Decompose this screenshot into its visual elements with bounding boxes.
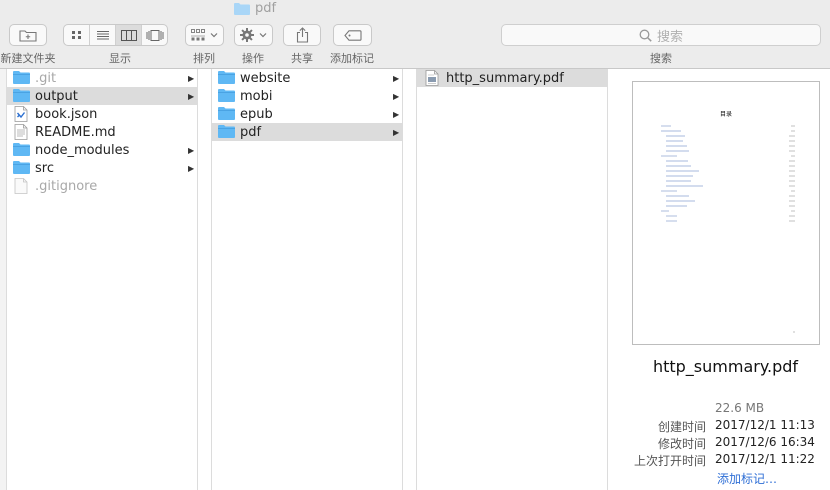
file-name: pdf (240, 124, 262, 140)
list-item-node-modules[interactable]: node_modules ▶ (7, 141, 197, 159)
list-item-mobi[interactable]: mobi ▶ (212, 87, 403, 105)
window-title: pdf (234, 0, 276, 16)
list-item-git[interactable]: .git ▶ (7, 69, 197, 87)
view-mode-control (63, 24, 168, 46)
preview-filename: http_summary.pdf (652, 357, 799, 376)
file-name: output (35, 88, 78, 104)
list-item-readme[interactable]: README.md (7, 123, 197, 141)
list-item-src[interactable]: src ▶ (7, 159, 197, 177)
disclosure-arrow-icon: ▶ (393, 127, 400, 137)
finder-column-1: .git ▶ output ▶ book.json README.md node… (7, 69, 198, 490)
share-label: 共享 (291, 52, 313, 65)
chevron-down-icon (210, 33, 218, 38)
preview-pane: 目录 http_summary.pdf 22.6 MB 创建时间 2017/12… (621, 69, 830, 490)
share-icon (296, 27, 308, 43)
arrange-label: 排列 (193, 52, 215, 65)
blank-file-icon (14, 178, 28, 194)
tags-button[interactable] (333, 24, 372, 46)
folder-icon (13, 71, 30, 84)
disclosure-arrow-icon: ▶ (393, 91, 400, 101)
modified-value: 2017/12/6 16:34 (715, 435, 815, 449)
sidebar-edge (0, 69, 7, 490)
folder-icon (218, 125, 235, 138)
disclosure-arrow-icon: ▶ (188, 73, 195, 83)
folder-icon (234, 2, 250, 15)
file-name: http_summary.pdf (446, 70, 564, 86)
view-label: 显示 (109, 52, 131, 65)
file-name: node_modules (35, 142, 130, 158)
list-item-gitignore[interactable]: .gitignore (7, 177, 197, 195)
json-file-icon (14, 106, 28, 122)
pdf-page-preview: 目录 (661, 110, 795, 333)
file-name: .git (35, 70, 57, 86)
add-tags-link[interactable]: 添加标记… (717, 470, 777, 487)
disclosure-arrow-icon: ▶ (188, 163, 195, 173)
new-folder-icon (19, 30, 37, 42)
disclosure-arrow-icon: ▶ (393, 109, 400, 119)
new-folder-label: 新建文件夹 (0, 52, 56, 65)
finder-column-3: http_summary.pdf (416, 69, 608, 490)
folder-icon (218, 71, 235, 84)
search-label: 搜索 (650, 52, 672, 65)
arrange-button[interactable] (185, 24, 224, 46)
file-name: README.md (35, 124, 116, 140)
pdf-file-icon (425, 70, 439, 86)
icon-view-button[interactable] (64, 25, 90, 45)
folder-icon (218, 107, 235, 120)
search-field[interactable]: 搜索 (501, 24, 821, 46)
column-view-button[interactable] (116, 25, 142, 45)
arrange-icon (191, 29, 205, 41)
tags-label: 添加标记 (330, 52, 374, 65)
action-button[interactable] (234, 24, 273, 46)
toolbar: pdf 新建文件夹 显示 排列 操作 共享 添加标记 搜索 搜索 (0, 0, 830, 69)
disclosure-arrow-icon: ▶ (393, 73, 400, 83)
columns-icon (120, 29, 137, 41)
list-item-book-json[interactable]: book.json (7, 105, 197, 123)
last-opened-value: 2017/12/1 11:22 (715, 452, 815, 466)
pdf-thumbnail[interactable]: 目录 (632, 81, 820, 345)
file-name: mobi (240, 88, 273, 104)
file-name: website (240, 70, 291, 86)
file-name: epub (240, 106, 273, 122)
share-button[interactable] (283, 24, 321, 46)
list-view-button[interactable] (90, 25, 116, 45)
created-label: 创建时间 (657, 420, 706, 434)
file-name: book.json (35, 106, 98, 122)
folder-icon (218, 89, 235, 102)
file-name: .gitignore (35, 178, 98, 194)
search-icon (639, 29, 652, 42)
modified-label: 修改时间 (657, 437, 706, 451)
last-opened-label: 上次打开时间 (633, 454, 706, 468)
cover-flow-icon (146, 29, 163, 41)
window-title-text: pdf (255, 0, 277, 16)
gear-icon (240, 28, 254, 42)
folder-icon (13, 143, 30, 156)
list-item-http-summary-pdf[interactable]: http_summary.pdf (417, 69, 608, 87)
list-icon (96, 31, 109, 40)
grid-icon (71, 31, 81, 39)
list-item-epub[interactable]: epub ▶ (212, 105, 403, 123)
list-item-output[interactable]: output ▶ (7, 87, 197, 105)
file-size: 22.6 MB (715, 401, 765, 415)
thumbnail-title: 目录 (720, 110, 732, 118)
action-label: 操作 (242, 52, 264, 65)
new-folder-button[interactable] (9, 24, 47, 46)
created-value: 2017/12/1 11:13 (715, 418, 815, 432)
search-placeholder: 搜索 (656, 29, 683, 45)
chevron-down-icon (259, 33, 267, 38)
disclosure-arrow-icon: ▶ (188, 145, 195, 155)
text-file-icon (14, 124, 28, 140)
list-item-pdf[interactable]: pdf ▶ (212, 123, 403, 141)
tag-icon (343, 29, 362, 41)
disclosure-arrow-icon: ▶ (188, 91, 195, 101)
finder-column-2: website ▶ mobi ▶ epub ▶ pdf ▶ (211, 69, 403, 490)
file-name: src (35, 160, 54, 176)
gallery-view-button[interactable] (142, 25, 167, 45)
folder-icon (13, 161, 30, 174)
list-item-website[interactable]: website ▶ (212, 69, 403, 87)
folder-icon (13, 89, 30, 102)
